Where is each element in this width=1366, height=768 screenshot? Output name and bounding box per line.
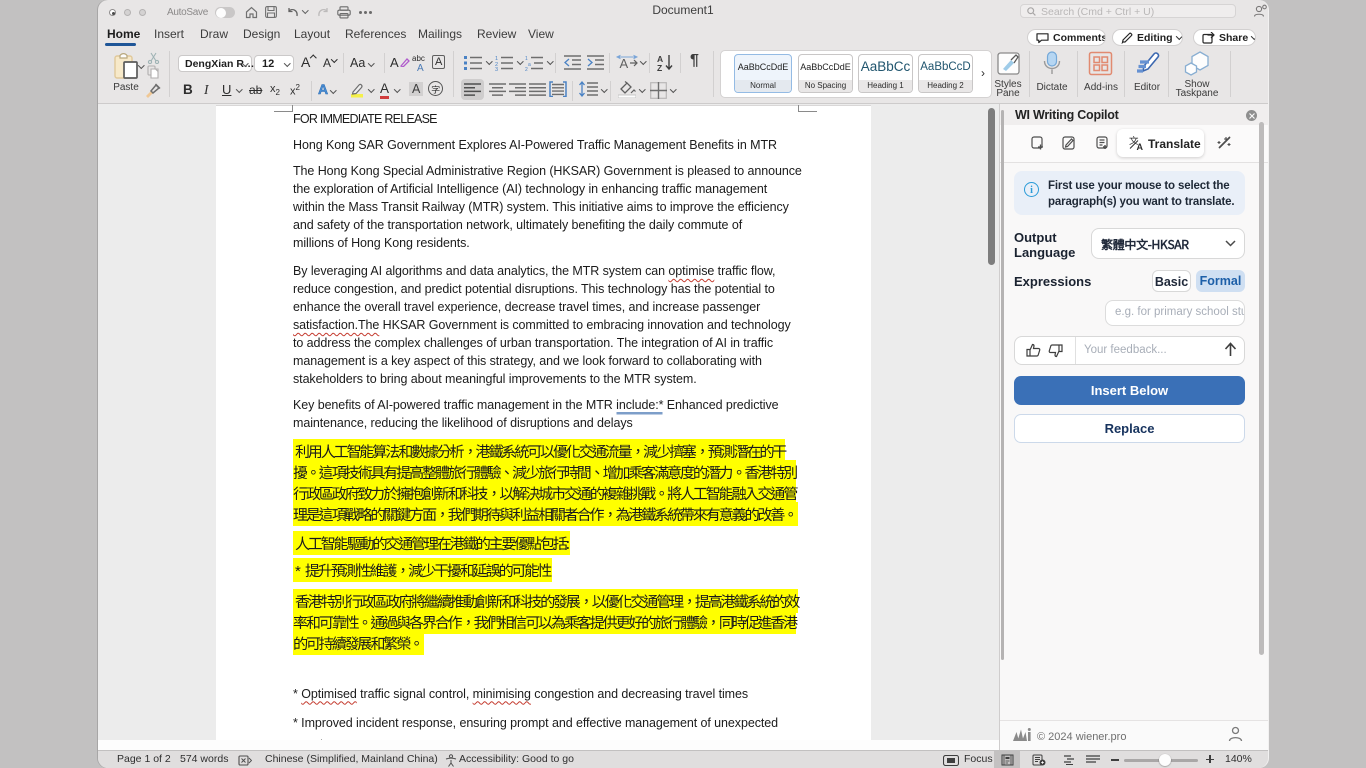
svg-text:3: 3	[495, 67, 498, 71]
svg-text:a: a	[528, 62, 531, 68]
svg-text:2: 2	[525, 67, 528, 71]
svg-text:A: A	[1137, 142, 1144, 151]
svg-text:Z: Z	[657, 63, 662, 72]
svg-text:A: A	[620, 56, 629, 71]
